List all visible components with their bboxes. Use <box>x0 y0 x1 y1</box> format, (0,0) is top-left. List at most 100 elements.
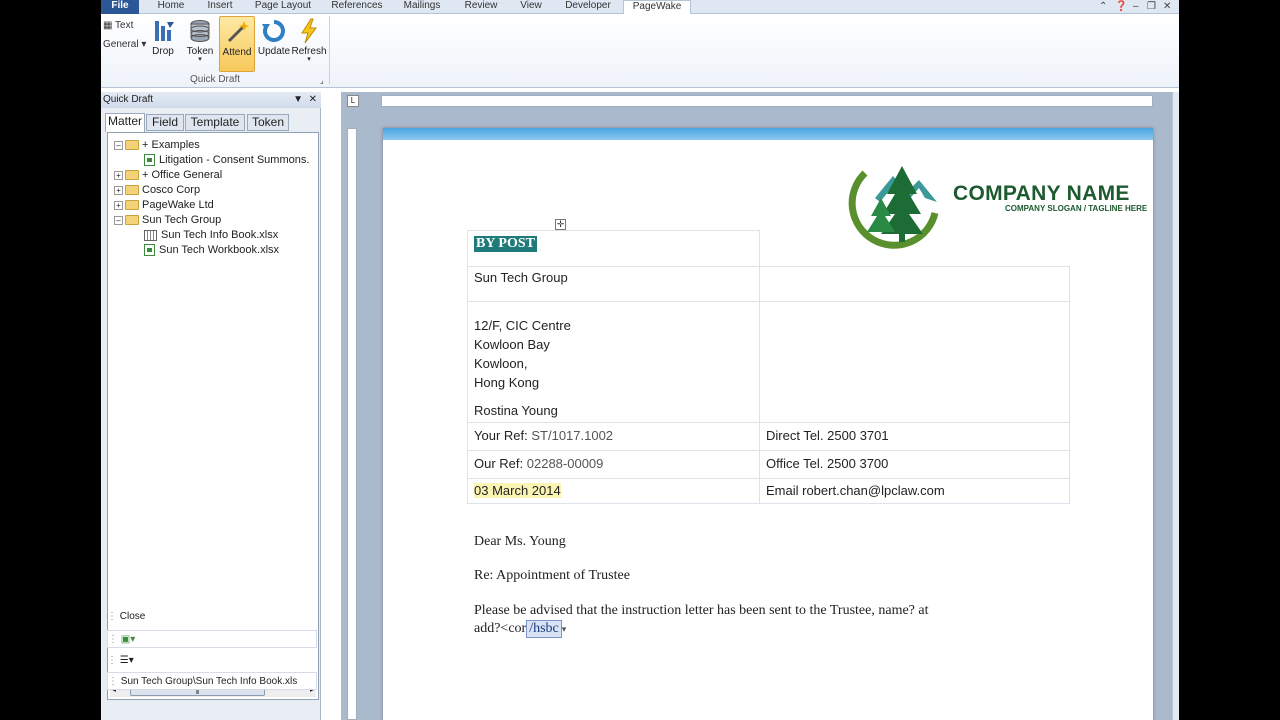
tree-item-pagewake[interactable]: + PageWake Ltd <box>114 198 214 213</box>
our-ref-cell[interactable]: Our Ref: 02288-00009 <box>467 450 760 479</box>
your-ref-label: Your Ref: <box>474 428 528 443</box>
tree-item-office-general[interactable]: + + Office General <box>114 168 222 183</box>
tree-item-cosco-corp[interactable]: + Cosco Corp <box>114 183 200 198</box>
vertical-ruler[interactable] <box>347 128 357 720</box>
close-label: Close <box>119 611 146 622</box>
general-dropdown[interactable]: General ▾ <box>103 39 146 50</box>
quick-draft-pane: Quick Draft ▼ ✕ Matter Field Template To… <box>101 92 321 720</box>
tab-mailings[interactable]: Mailings <box>397 0 447 14</box>
tree-item-label: Cosco Corp <box>142 184 201 196</box>
tab-file[interactable]: File <box>101 0 139 14</box>
tab-review[interactable]: Review <box>459 0 503 14</box>
tree-item-sun-tech-group[interactable]: – Sun Tech Group <box>114 213 221 228</box>
tree-item-litigation[interactable]: Litigation - Consent Summons. <box>144 153 309 168</box>
restore-icon[interactable]: ❐ <box>1147 1 1156 12</box>
pane-menu-icon[interactable]: ▼ <box>293 94 303 105</box>
group-divider <box>329 16 330 84</box>
text-option[interactable]: ▦ Text <box>103 20 133 31</box>
insert-field-icon: ▣▾ <box>120 634 136 645</box>
tab-view[interactable]: View <box>511 0 551 14</box>
tab-references[interactable]: References <box>326 0 388 14</box>
close-icon[interactable]: ✕ <box>1163 1 1171 12</box>
drop-icon <box>155 21 174 41</box>
grip-icon: ⋮ <box>107 655 120 666</box>
re-line[interactable]: Re: Appointment of Trustee <box>474 568 630 584</box>
help-icon[interactable]: ❓ <box>1115 1 1127 12</box>
address-cell[interactable]: 12/F, CIC Centre Kowloon Bay Kowloon, Ho… <box>467 301 760 423</box>
expand-icon[interactable]: + <box>114 185 123 195</box>
empty-cell[interactable] <box>759 230 1070 267</box>
direct-tel: Direct Tel. 2500 3701 <box>766 428 889 443</box>
dialog-launcher-icon[interactable]: ⌟ <box>320 76 324 85</box>
horizontal-ruler[interactable] <box>381 95 1153 107</box>
layout-combo[interactable]: ⋮ ☰▾ <box>107 652 317 670</box>
by-post-cell[interactable]: BY POST <box>467 230 760 267</box>
office-tel-cell[interactable]: Office Tel. 2500 3700 <box>759 450 1070 479</box>
tab-field[interactable]: Field <box>146 114 184 131</box>
direct-tel-cell[interactable]: Direct Tel. 2500 3701 <box>759 422 1070 451</box>
expand-icon[interactable]: + <box>114 200 123 210</box>
folder-icon <box>125 200 139 211</box>
empty-cell[interactable] <box>759 301 1070 423</box>
document-page[interactable]: COMPANY NAME COMPANY SLOGAN / TAGLINE HE… <box>383 128 1153 720</box>
update-button[interactable]: Update <box>256 16 292 72</box>
folder-icon <box>125 215 139 226</box>
ribbon: ▦ Text General ▾ Drop Token ▾ Attend Upd… <box>101 14 1179 88</box>
attend-button[interactable]: Attend <box>219 16 255 72</box>
text-option-icon: ▦ <box>103 20 116 31</box>
tree-item-examples[interactable]: – + Examples <box>114 138 200 153</box>
folder-icon <box>125 140 139 151</box>
tab-matter[interactable]: Matter <box>105 113 145 132</box>
address-table[interactable]: BY POST Sun Tech Group 12/F, CIC Centre … <box>467 230 1070 504</box>
your-ref-cell[interactable]: Your Ref: ST/1017.1002 <box>467 422 760 451</box>
tree-item-workbook[interactable]: Sun Tech Workbook.xlsx <box>144 243 279 258</box>
text-option-label: Text <box>115 20 134 31</box>
tab-token[interactable]: Token <box>247 114 289 131</box>
refresh-button[interactable]: Refresh ▾ <box>291 16 327 72</box>
refresh-dropdown-arrow-icon: ▾ <box>307 56 311 63</box>
grip-icon: ⋮ <box>108 634 121 645</box>
tree-item-label: Sun Tech Workbook.xlsx <box>159 244 280 256</box>
pane-close-icon[interactable]: ✕ <box>309 94 317 105</box>
minimize-icon[interactable]: – <box>1133 1 1139 12</box>
tab-selector-icon[interactable]: L <box>347 95 359 107</box>
empty-cell[interactable] <box>759 266 1070 302</box>
address-line: Hong Kong <box>474 375 540 390</box>
update-label: Update <box>257 46 291 57</box>
tab-insert[interactable]: Insert <box>199 0 241 14</box>
body-line-2[interactable]: add?<cor/hsbc ▾ <box>474 620 566 638</box>
header-bar <box>383 128 1153 140</box>
vertical-scrollbar[interactable] <box>1172 92 1179 720</box>
collapse-icon[interactable]: – <box>114 140 123 150</box>
insert-field-combo[interactable]: ⋮ ▣▾ <box>107 630 317 648</box>
close-button[interactable]: ⋮ Close <box>107 608 317 626</box>
date-cell[interactable]: 03 March 2014 <box>467 478 760 504</box>
body-line-1[interactable]: Please be advised that the instruction l… <box>474 603 929 619</box>
attend-label: Attend <box>222 47 252 58</box>
salutation[interactable]: Dear Ms. Young <box>474 534 566 550</box>
company-name: COMPANY NAME <box>953 182 1130 205</box>
tree-item-label: + Examples <box>142 139 200 151</box>
content-control-dropdown-icon[interactable]: ▾ <box>562 624 567 634</box>
content-control-value: /hsbc <box>529 621 559 636</box>
collapse-icon[interactable]: – <box>114 215 123 225</box>
recipient-cell[interactable]: Sun Tech Group <box>467 266 760 302</box>
tab-developer[interactable]: Developer <box>557 0 619 14</box>
list-layout-icon: ☰▾ <box>119 655 134 666</box>
tree-item-label: Litigation - Consent Summons. <box>159 154 310 166</box>
minimize-ribbon-icon[interactable]: ⌃ <box>1099 1 1107 12</box>
tab-pagewake[interactable]: PageWake <box>623 0 691 15</box>
drop-button[interactable]: Drop <box>145 16 181 72</box>
tree-item-info-book[interactable]: Sun Tech Info Book.xlsx <box>144 228 278 243</box>
body-line-2-text: add?<cor <box>474 621 527 636</box>
tab-home[interactable]: Home <box>151 0 191 14</box>
tab-template[interactable]: Template <box>185 114 245 131</box>
our-ref-label: Our Ref: <box>474 456 524 471</box>
email-cell[interactable]: Email robert.chan@lpclaw.com <box>759 478 1070 504</box>
token-button[interactable]: Token ▾ <box>182 16 218 72</box>
expand-icon[interactable]: + <box>114 170 123 180</box>
content-control[interactable]: /hsbc <box>526 620 562 638</box>
tab-page-layout[interactable]: Page Layout <box>251 0 315 14</box>
black-margin <box>1179 0 1280 720</box>
table-move-handle-icon[interactable]: ✛ <box>555 219 566 230</box>
